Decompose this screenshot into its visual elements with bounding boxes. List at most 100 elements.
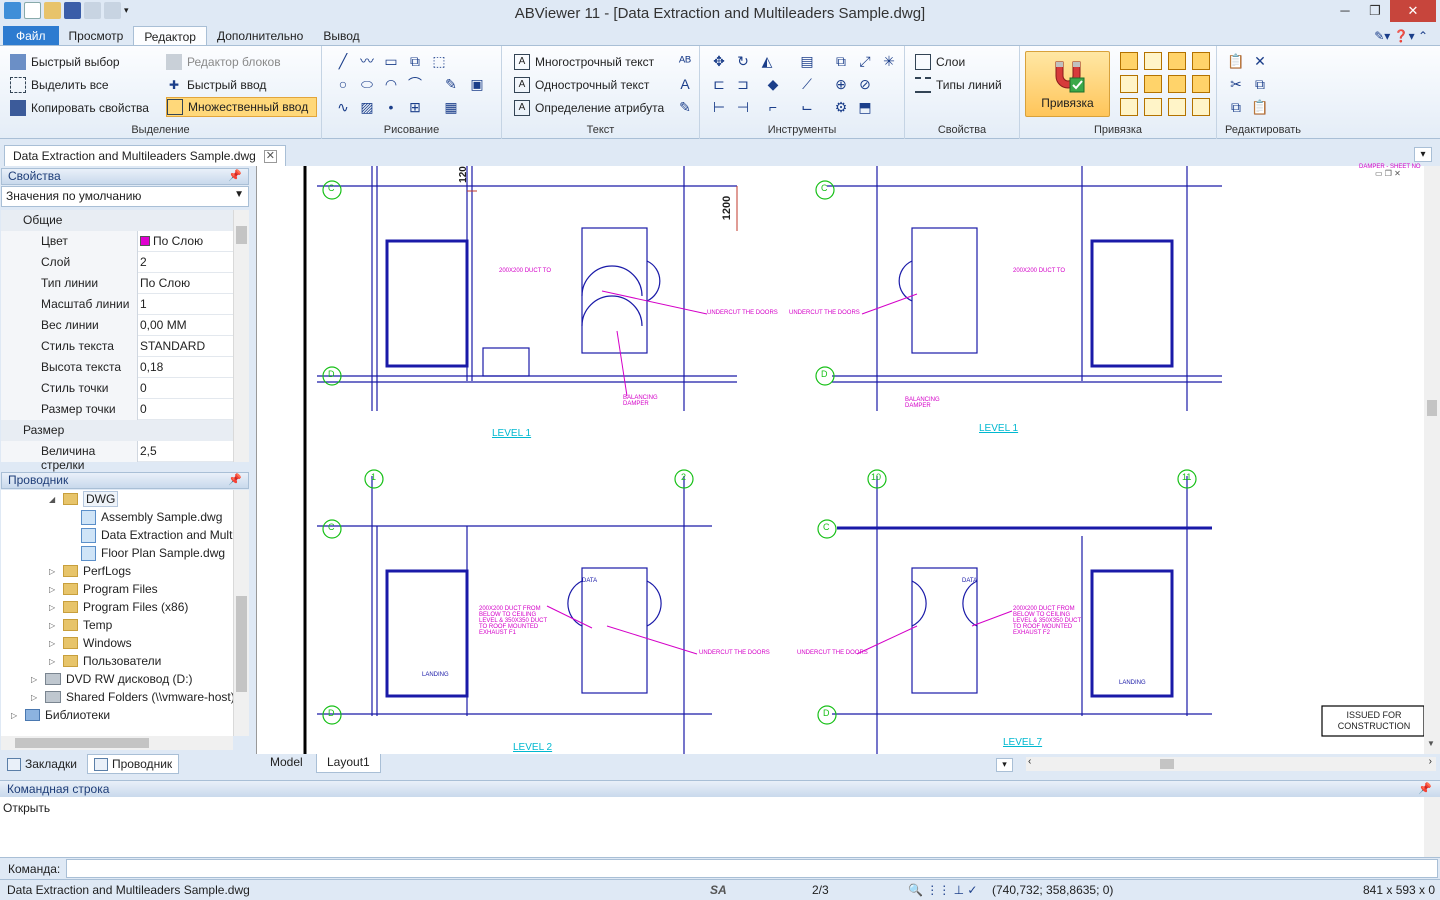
mirror-icon[interactable]: ◭ [758,52,776,70]
measure-icon[interactable]: ⟋ [798,75,816,93]
prop-row[interactable]: Цвет По Слою [1,231,233,252]
fill-icon[interactable]: ▨ [358,98,376,116]
table-icon[interactable]: ▦ [442,98,460,116]
expand-icon[interactable]: ▷ [11,711,21,720]
snap-intersection-icon[interactable] [1120,52,1138,70]
expand-icon[interactable]: ▷ [49,639,59,648]
lengthen-icon[interactable]: ⚙ [832,98,850,116]
image-icon[interactable]: ▣ [468,75,486,93]
break-icon[interactable]: ⊘ [856,75,874,93]
block-editor-button[interactable]: Редактор блоков [166,52,281,72]
canvas-hscrollbar[interactable]: ‹ › [1026,756,1436,771]
fillet-icon[interactable]: ⌐ [764,98,782,116]
help-icon[interactable]: ✎▾ ❓▾ ⌃ [1362,26,1440,46]
chamfer-icon[interactable]: ⌙ [798,98,816,116]
tab-layout1[interactable]: Layout1 [316,754,381,773]
expand-icon[interactable]: ▷ [31,675,41,684]
prop-row[interactable]: Тип линии По Слою [1,273,233,294]
cut-icon[interactable]: ✂ [1227,75,1245,93]
snap-node-icon[interactable] [1144,98,1162,116]
snap-center-icon[interactable] [1168,52,1186,70]
expand-icon[interactable]: ▷ [49,657,59,666]
snap-parallel-icon[interactable] [1192,75,1210,93]
multi-input-button[interactable]: Множественный ввод [166,97,318,117]
curve-icon[interactable]: ∿ [334,98,352,116]
rectangle-icon[interactable]: ▭ [382,52,400,70]
layers-button[interactable]: Слои [915,52,965,72]
category-size[interactable]: −Размер [1,420,233,441]
prop-row[interactable]: Стиль точки 0 [1,378,233,399]
align-icon[interactable]: ⊣ [734,98,752,116]
command-scrollbar[interactable] [1424,797,1440,857]
tree-item[interactable]: ▷ Windows [49,634,132,652]
select-all-button[interactable]: Выделить все [10,75,109,95]
status-snap-icons[interactable]: 🔍 ⋮⋮ ⊥ ✓ [908,883,977,897]
expand-icon[interactable]: ▷ [49,603,59,612]
explode-icon[interactable]: ✳ [880,52,898,70]
tab-explorer[interactable]: Проводник [86,754,180,774]
array-icon[interactable]: ▤ [798,52,816,70]
category-general[interactable]: −Общие [1,210,233,231]
stext-button[interactable]: A Однострочный текст [514,75,649,95]
status-sa[interactable]: SA [710,883,727,897]
tab-bookmarks[interactable]: Закладки [1,754,83,774]
point-icon[interactable]: • [382,98,400,116]
scroll-right-icon[interactable]: › [1429,756,1432,767]
snap-perpendicular-icon[interactable] [1144,52,1162,70]
pin-icon[interactable]: 📌 [228,473,242,488]
tree-item[interactable]: ▷ DVD RW дисковод (D:) [31,670,193,688]
prop-row[interactable]: Стиль текста STANDARD [1,336,233,357]
expand-icon[interactable]: ▷ [49,567,59,576]
tree-item[interactable]: Data Extraction and Mult [81,526,232,544]
expand-icon[interactable]: ▷ [31,693,41,702]
snap-quadrant-icon[interactable] [1168,75,1186,93]
polyline-icon[interactable]: 〰 [358,52,376,70]
stretch-icon[interactable]: ⊏ [710,75,728,93]
tab-file[interactable]: Файл [3,26,59,46]
snap-tangent-icon[interactable] [1192,52,1210,70]
canvas-vscrollbar[interactable]: ▼ [1424,166,1440,754]
prop-row[interactable]: Вес линии 0,00 MM [1,315,233,336]
mtext-button[interactable]: A Многострочный текст [514,52,654,72]
prop-row[interactable]: Размер точки 0 [1,399,233,420]
properties-scrollbar[interactable] [233,210,249,462]
text-edit-icon[interactable]: ᴬᴮ [676,52,694,70]
tree-item[interactable]: Assembly Sample.dwg [81,508,222,526]
prop-row[interactable]: Слой 2 [1,252,233,273]
text-style-icon[interactable]: A [676,75,694,93]
pin-icon[interactable]: 📌 [1418,781,1432,797]
text-pencil-icon[interactable]: ✎ [676,98,694,116]
snap-extension-icon[interactable] [1192,98,1210,116]
copy-clip-icon[interactable]: ⧉ [1251,75,1269,93]
delete-icon[interactable]: ✕ [1251,52,1269,70]
tree-item[interactable]: Floor Plan Sample.dwg [81,544,225,562]
snap-endpoint-icon[interactable] [1120,75,1138,93]
prop-row[interactable]: Высота текста 0,18 [1,357,233,378]
offset-icon[interactable]: ⧉ [406,52,424,70]
color-icon[interactable]: ◆ [764,75,782,93]
tree-item[interactable]: ▷ Temp [49,616,112,634]
copy-properties-button[interactable]: Копировать свойства [10,98,149,118]
tab-output[interactable]: Вывод [313,26,369,46]
line-icon[interactable]: ╱ [334,52,352,70]
snap-midpoint-icon[interactable] [1144,75,1162,93]
linetypes-button[interactable]: Типы линий [915,75,1002,95]
tabs-dropdown-icon[interactable]: ▾ [1414,147,1432,162]
restore-icon[interactable]: ❐ [1360,0,1390,22]
viewport-controls[interactable]: ▭ ❐ ✕ [1375,169,1401,178]
tab-editor[interactable]: Редактор [133,26,207,46]
quick-select-button[interactable]: Быстрый выбор [10,52,120,72]
document-tab[interactable]: Data Extraction and Multileaders Sample.… [4,145,286,166]
extend-icon[interactable]: ⊢ [710,98,728,116]
tree-item[interactable]: ▷ Shared Folders (\\vmware-host) [31,688,233,706]
expand-icon[interactable]: ▷ [49,621,59,630]
tab-advanced[interactable]: Дополнительно [207,26,313,46]
tab-model[interactable]: Model [260,754,313,773]
copy-base-icon[interactable]: ⧉ [1227,98,1245,116]
defaults-combo[interactable]: Значения по умолчанию ▼ [1,186,249,207]
paste-icon[interactable]: 📋 [1227,52,1245,70]
close-tab-icon[interactable]: ✕ [263,149,277,163]
pin-icon[interactable]: 📌 [228,169,242,184]
move-icon[interactable]: ✥ [710,52,728,70]
convert-icon[interactable]: ⬒ [856,98,874,116]
